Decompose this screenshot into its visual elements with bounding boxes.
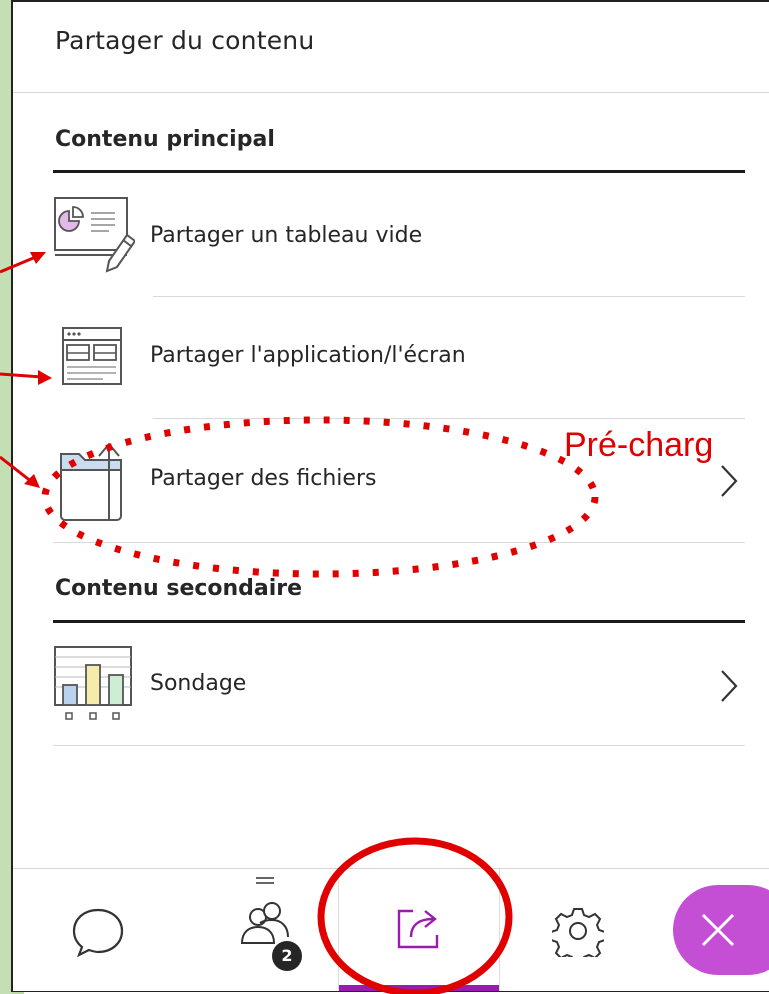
attendees-count-badge: 2 [272, 941, 302, 971]
bottom-toolbar: 2 [13, 868, 769, 991]
gear-icon [552, 908, 604, 957]
title-divider [13, 92, 769, 93]
poll-chart-icon [54, 646, 132, 720]
section-heading-primary: Contenu principal [55, 127, 275, 152]
share-content-icon [397, 909, 439, 949]
section-divider-secondary [53, 620, 745, 623]
close-button[interactable] [673, 885, 769, 975]
panel-title: Partager du contenu [55, 26, 315, 55]
chat-bubble-icon [72, 908, 124, 957]
item-divider [153, 418, 745, 419]
menu-handle-icon [256, 877, 274, 884]
active-tab-indicator [339, 985, 499, 991]
close-icon [701, 913, 735, 947]
folder-upload-icon [60, 442, 122, 521]
attendees-button[interactable]: 2 [218, 869, 318, 991]
item-divider [53, 745, 745, 746]
chevron-right-icon [721, 670, 738, 702]
screenshot: Partager du contenu Contenu principal Pa… [0, 0, 769, 994]
section-heading-secondary: Contenu secondaire [55, 576, 303, 601]
share-application-label: Partager l'application/l'écran [150, 343, 466, 368]
annotation-text: Pré-charg [564, 426, 714, 464]
share-whiteboard-item[interactable]: Partager un tableau vide [53, 193, 745, 283]
share-application-item[interactable]: Partager l'application/l'écran [53, 313, 745, 403]
settings-button[interactable] [538, 869, 618, 991]
poll-label: Sondage [150, 671, 247, 696]
share-content-button[interactable] [338, 869, 500, 991]
whiteboard-icon [54, 197, 135, 273]
poll-item[interactable]: Sondage [53, 641, 745, 731]
item-divider [153, 296, 745, 297]
section-divider-primary [53, 170, 745, 173]
application-screen-icon [62, 327, 122, 385]
share-files-label: Partager des fichiers [150, 466, 377, 491]
item-divider [53, 542, 745, 543]
chat-button[interactable] [58, 869, 138, 991]
chevron-right-icon [721, 465, 738, 497]
share-whiteboard-label: Partager un tableau vide [150, 223, 423, 248]
